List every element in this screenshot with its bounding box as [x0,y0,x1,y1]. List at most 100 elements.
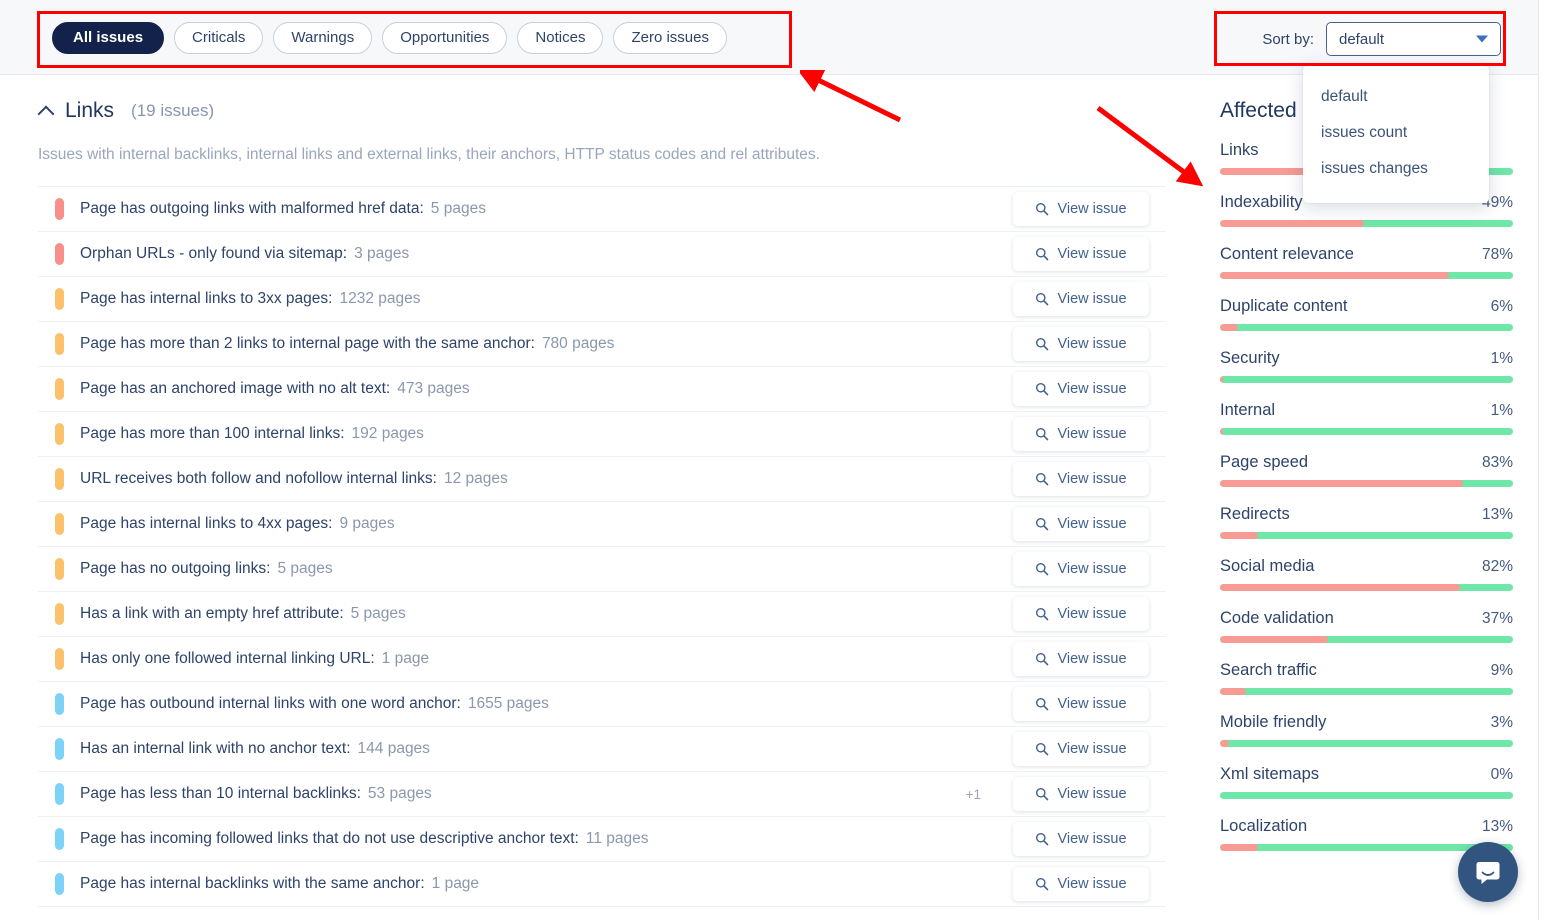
issue-row[interactable]: Has only one followed internal linking U… [38,637,1166,682]
issue-row[interactable]: Page has an anchored image with no alt t… [38,367,1166,412]
category-percent: 1% [1490,350,1513,367]
category-name: Mobile friendly [1220,713,1327,731]
view-issue-button[interactable]: View issue [1013,642,1149,676]
issue-title-wrapper: Page has outgoing links with malformed h… [80,200,486,218]
issue-title-wrapper: Page has internal backlinks with the sam… [80,875,479,893]
affected-pages-item[interactable]: Redirects 13% [1220,487,1513,539]
issue-row[interactable]: Page has less than 10 internal backlinks… [38,772,1166,817]
filter-tab-opportunities[interactable]: Opportunities [382,22,508,54]
issue-row[interactable]: Page has incoming followed links that do… [38,817,1166,862]
affected-pages-item[interactable]: Internal 1% [1220,383,1513,435]
issue-page-count: 473 pages [397,380,470,397]
issue-row[interactable]: Page has no outgoing links: 5 pages View i… [38,547,1166,592]
category-progress-fill [1220,740,1229,747]
category-progress-bar [1220,740,1513,747]
view-issue-button[interactable]: View issue [1013,867,1149,901]
category-percent: 37% [1481,610,1513,627]
affected-pages-item[interactable]: Security 1% [1220,331,1513,383]
issue-row[interactable]: Page has outbound internal links with on… [38,682,1166,727]
issues-panel: Links (19 issues) Issues with internal b… [0,75,1190,920]
filter-tab-all-issues[interactable]: All issues [52,22,165,54]
affected-pages-item-head: Content relevance 78% [1220,245,1513,264]
affected-pages-item-head: Localization 13% [1220,817,1513,836]
severity-indicator-notice [55,738,64,760]
search-icon [1036,832,1049,846]
issue-row[interactable]: Orphan URLs - only found via sitemap: 3 p… [38,232,1166,277]
severity-indicator-warning [55,378,64,400]
issue-row[interactable]: Page has outgoing links with malformed h… [38,187,1166,232]
category-progress-bar [1220,376,1513,383]
issue-page-count: 1 page [431,875,480,892]
section-header[interactable]: Links (19 issues) [38,99,1190,123]
category-progress-fill [1220,376,1223,383]
sort-option-default[interactable]: default [1303,79,1489,115]
issue-row[interactable]: URL receives both follow and nofollow in… [38,457,1166,502]
view-issue-button[interactable]: View issue [1013,597,1149,631]
issue-title: Orphan URLs - only found via sitemap: [80,245,348,262]
issue-row[interactable]: Has a link with an empty href attribute:… [38,592,1166,637]
issue-row[interactable]: Page has more than 2 links to internal p… [38,322,1166,367]
page-scrollbar[interactable] [1538,0,1545,920]
affected-pages-item[interactable]: Social media 82% [1220,539,1513,591]
chevron-up-icon[interactable] [38,103,54,119]
section-issue-count: (19 issues) [131,101,215,120]
view-issue-button[interactable]: View issue [1013,732,1149,766]
affected-pages-item[interactable]: Search traffic 9% [1220,643,1513,695]
category-name: Xml sitemaps [1220,765,1320,783]
issues-list: Page has outgoing links with malformed h… [38,186,1166,907]
affected-pages-item-head: Search traffic 9% [1220,661,1513,680]
sort-dropdown-menu[interactable]: default issues count issues changes [1303,65,1489,203]
issue-page-count: 780 pages [541,335,615,352]
affected-pages-item-head: Social media 82% [1220,557,1513,576]
search-icon [1036,292,1049,306]
view-issue-button[interactable]: View issue [1013,327,1149,361]
affected-pages-item[interactable]: Code validation 37% [1220,591,1513,643]
affected-pages-item[interactable]: Content relevance 78% [1220,227,1513,279]
view-issue-button[interactable]: View issue [1013,372,1149,406]
category-name: Duplicate content [1220,297,1348,315]
view-issue-button[interactable]: View issue [1013,192,1149,226]
sort-option-issues-changes[interactable]: issues changes [1303,151,1489,187]
category-name: Page speed [1220,453,1309,471]
view-issue-button[interactable]: View issue [1013,282,1149,316]
view-issue-button[interactable]: View issue [1013,552,1149,586]
issue-page-count: 144 pages [357,740,430,757]
view-issue-button[interactable]: View issue [1013,822,1149,856]
affected-pages-item-head: Page speed 83% [1220,453,1513,472]
chat-launcher-button[interactable] [1458,842,1518,902]
view-issue-button[interactable]: View issue [1013,417,1149,451]
issue-row[interactable]: Page has more than 100 internal links: 19… [38,412,1166,457]
filter-tab-warnings[interactable]: Warnings [273,22,373,54]
category-progress-bar [1220,480,1513,487]
view-issue-button[interactable]: View issue [1013,507,1149,541]
view-issue-button[interactable]: View issue [1013,462,1149,496]
view-issue-button[interactable]: View issue [1013,687,1149,721]
search-icon [1036,652,1049,666]
category-progress-bar [1220,532,1513,539]
issue-title-wrapper: Page has more than 100 internal links: 19… [80,425,424,443]
view-issue-label: View issue [1057,606,1127,622]
issue-row[interactable]: Page has internal links to 3xx pages: 123… [38,277,1166,322]
affected-pages-item[interactable]: Page speed 83% [1220,435,1513,487]
sort-option-issues-count[interactable]: issues count [1303,115,1489,151]
category-name: Security [1220,349,1280,367]
filter-tab-zero-issues[interactable]: Zero issues [613,22,727,54]
issue-row[interactable]: Page has internal backlinks with the sam… [38,862,1166,907]
affected-pages-item[interactable]: Xml sitemaps 0% [1220,747,1513,799]
chevron-down-icon [1476,35,1488,43]
view-issue-button[interactable]: View issue [1013,777,1149,811]
issue-row[interactable]: Page has internal links to 4xx pages: 9 p… [38,502,1166,547]
issue-row[interactable]: Has an internal link with no anchor text… [38,727,1166,772]
view-issue-button[interactable]: View issue [1013,237,1149,271]
issue-page-count: 5 pages [430,200,486,217]
view-issue-label: View issue [1057,471,1127,487]
filter-tab-notices[interactable]: Notices [517,22,604,54]
affected-pages-item[interactable]: Duplicate content 6% [1220,279,1513,331]
sort-select[interactable]: default [1326,22,1501,56]
affected-pages-item[interactable]: Localization 13% [1220,799,1513,851]
filter-tab-criticals[interactable]: Criticals [174,22,264,54]
issue-title: Page has outbound internal links with on… [80,695,461,712]
issue-title-wrapper: Has only one followed internal linking U… [80,650,429,668]
affected-pages-item[interactable]: Mobile friendly 3% [1220,695,1513,747]
search-icon [1036,202,1049,216]
